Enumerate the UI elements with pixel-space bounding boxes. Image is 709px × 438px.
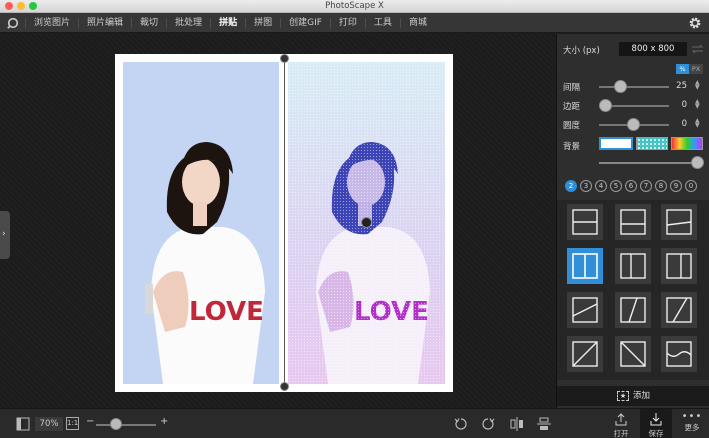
app-logo-icon[interactable] [7, 17, 19, 29]
menu-item-0[interactable]: 浏览图片 [25, 18, 78, 28]
rotate-left-icon[interactable] [454, 417, 468, 431]
background-opacity-track[interactable] [599, 162, 699, 164]
flip-vertical-icon[interactable] [537, 417, 551, 431]
photo-count-4[interactable]: 4 [595, 180, 607, 192]
menu-item-8[interactable]: 工具 [364, 18, 400, 28]
photo-count-selector: 234567890 [565, 180, 697, 192]
add-button[interactable]: ★ 添加 [557, 386, 709, 406]
zoom-out-button[interactable]: − [86, 416, 94, 427]
collage-settings-panel: 大小 (px) 800 x 800 % PX 间隔 25 ▲ ▼ 边距 0 ▲ ▼ … [556, 34, 709, 408]
background-color-white[interactable] [599, 137, 633, 150]
actual-size-button[interactable]: 1:1 [66, 417, 79, 430]
spacing-stepper[interactable]: ▲ ▼ [695, 80, 700, 91]
photo-count-9[interactable]: 9 [670, 180, 682, 192]
photo-count-2[interactable]: 2 [565, 180, 577, 192]
layout-vertical-split[interactable] [567, 248, 603, 284]
photo-move-handle[interactable] [361, 217, 372, 228]
more-button[interactable]: ••• 更多 [677, 409, 707, 438]
roundness-stepper[interactable]: ▲ ▼ [695, 118, 700, 129]
collage-photo-left[interactable]: LOVE [123, 62, 279, 384]
layout-horizontal-split[interactable] [567, 204, 603, 240]
save-label: 保存 [648, 429, 664, 438]
rotate-right-icon[interactable] [481, 417, 495, 431]
layout-diagonal-steep-alt[interactable] [661, 292, 697, 328]
spacing-value[interactable]: 25 [669, 81, 687, 91]
portrait-photo-left: LOVE [145, 142, 265, 384]
layout-diagonal-corner-reverse[interactable] [615, 336, 651, 372]
save-icon [650, 413, 662, 426]
open-icon [615, 413, 627, 426]
menu-items: 浏览图片 照片编辑 裁切 批处理 拼贴 拼图 创建GIF 打印 工具 商城 [25, 13, 435, 33]
photo-count-3[interactable]: 3 [580, 180, 592, 192]
menu-item-9[interactable]: 商城 [399, 18, 435, 28]
roundness-slider-knob[interactable] [627, 118, 640, 131]
layout-diagonal-steep[interactable] [615, 292, 651, 328]
panel-toggle-icon[interactable] [16, 417, 30, 431]
menu-item-1[interactable]: 照片编辑 [78, 18, 131, 28]
flip-horizontal-icon[interactable] [510, 417, 524, 431]
menu-item-6[interactable]: 创建GIF [280, 18, 330, 28]
open-button[interactable]: 打开 [606, 409, 636, 438]
zoom-in-button[interactable]: + [160, 416, 168, 427]
unit-px-toggle[interactable]: PX [689, 64, 703, 74]
swap-arrows-icon[interactable] [691, 43, 704, 55]
spacing-slider-knob[interactable] [614, 80, 627, 93]
open-label: 打开 [613, 429, 629, 438]
layout-diagonal-corner[interactable] [567, 336, 603, 372]
layout-horizontal-split-alt[interactable] [615, 204, 651, 240]
margin-value[interactable]: 0 [669, 100, 687, 110]
add-label: 添加 [632, 391, 650, 401]
layout-vertical-split-right[interactable] [661, 248, 697, 284]
zoom-value[interactable]: 70% [35, 417, 63, 431]
gear-icon[interactable] [688, 16, 702, 30]
background-gradient[interactable] [671, 137, 703, 150]
shirt-text-left: LOVE [189, 297, 264, 327]
layout-diagonal-shallow[interactable] [567, 292, 603, 328]
menu-item-3[interactable]: 批处理 [166, 18, 210, 28]
chevron-right-icon: › [2, 229, 6, 239]
left-panel-toggle[interactable]: › [0, 211, 10, 259]
spacing-label: 间隔 [563, 83, 581, 93]
photo-count-5[interactable]: 5 [610, 180, 622, 192]
window-title: PhotoScape X [325, 1, 384, 11]
layout-wave-split[interactable] [661, 336, 697, 372]
main-menu-bar: 浏览图片 照片编辑 裁切 批处理 拼贴 拼图 创建GIF 打印 工具 商城 [0, 13, 709, 33]
menu-item-7[interactable]: 打印 [329, 18, 365, 28]
roundness-label: 圆度 [563, 121, 581, 131]
margin-slider-knob[interactable] [599, 99, 612, 112]
layout-templates-grid [557, 200, 709, 380]
background-pattern[interactable] [636, 137, 668, 150]
menu-item-4[interactable]: 拼贴 [210, 18, 245, 28]
add-star-icon: ★ [616, 391, 629, 401]
background-label: 背景 [563, 142, 581, 152]
layout-horizontal-tilt[interactable] [661, 204, 697, 240]
menu-item-5[interactable]: 拼图 [245, 18, 280, 28]
size-label: 大小 (px) [563, 46, 600, 56]
background-opacity-knob[interactable] [691, 156, 704, 169]
shirt-text-right: LOVE [354, 297, 429, 327]
more-label: 更多 [684, 423, 700, 432]
menu-item-2[interactable]: 裁切 [131, 18, 166, 28]
photo-count-6[interactable]: 6 [625, 180, 637, 192]
bottom-toolbar: 70% 1:1 − + 打开 保存 ••• 更多 [0, 408, 709, 438]
unit-percent-toggle[interactable]: % [676, 64, 689, 74]
divider-handle-bottom[interactable] [280, 382, 289, 391]
divider-handle-top[interactable] [280, 54, 289, 63]
spacing-slider-track[interactable] [599, 86, 669, 88]
photo-count-7[interactable]: 7 [640, 180, 652, 192]
zoom-slider-knob[interactable] [110, 418, 123, 430]
layout-vertical-split-alt[interactable] [615, 248, 651, 284]
photo-count-0[interactable]: 0 [685, 180, 697, 192]
save-button[interactable]: 保存 [640, 409, 672, 438]
margin-stepper[interactable]: ▲ ▼ [695, 99, 700, 110]
more-dots-icon: ••• [681, 411, 703, 422]
margin-label: 边距 [563, 102, 581, 112]
roundness-value[interactable]: 0 [669, 119, 687, 129]
title-bar: PhotoScape X [0, 0, 709, 13]
zoom-slider-track[interactable] [96, 424, 156, 426]
photo-count-8[interactable]: 8 [655, 180, 667, 192]
size-value-field[interactable]: 800 x 800 [619, 42, 687, 56]
split-divider[interactable] [284, 59, 285, 387]
